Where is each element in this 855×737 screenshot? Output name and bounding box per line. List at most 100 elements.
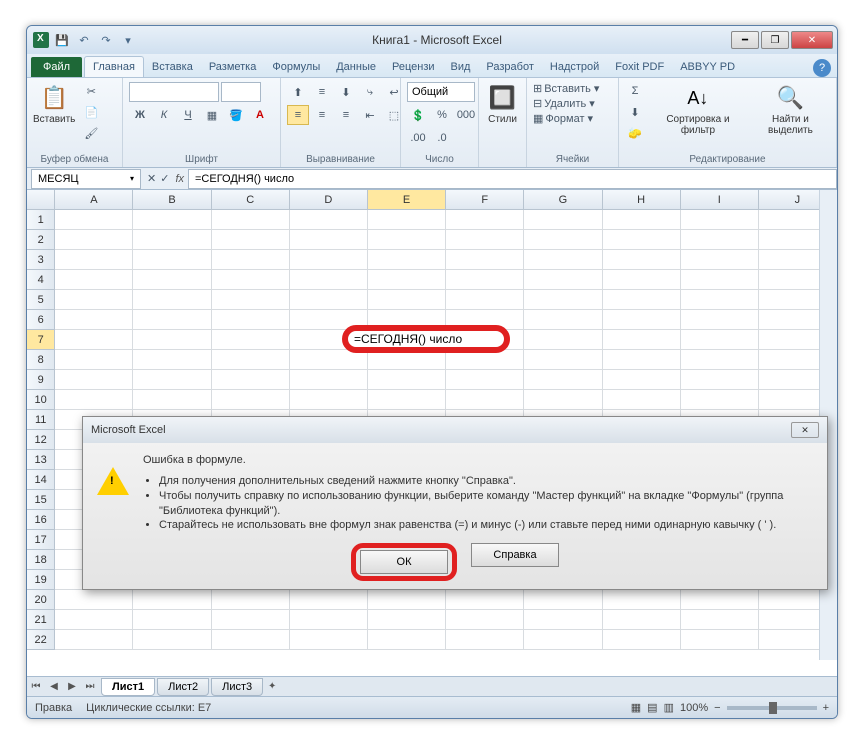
- cell[interactable]: [212, 210, 290, 230]
- row-header-9[interactable]: 9: [27, 370, 55, 390]
- orientation-icon[interactable]: ⤷: [359, 82, 381, 102]
- view-layout-icon[interactable]: ▤: [647, 701, 657, 714]
- cell[interactable]: [446, 270, 524, 290]
- cell[interactable]: [681, 330, 759, 350]
- cell[interactable]: [368, 630, 446, 650]
- row-header-19[interactable]: 19: [27, 570, 55, 590]
- cell[interactable]: [55, 210, 133, 230]
- font-color-icon[interactable]: A: [249, 105, 271, 125]
- cell[interactable]: [681, 230, 759, 250]
- cell[interactable]: [290, 290, 368, 310]
- tab-review[interactable]: Рецензи: [384, 57, 443, 77]
- indent-dec-icon[interactable]: ⇤: [359, 105, 381, 125]
- col-header-I[interactable]: I: [681, 190, 759, 209]
- row-header-3[interactable]: 3: [27, 250, 55, 270]
- cell[interactable]: [212, 230, 290, 250]
- cell[interactable]: [55, 610, 133, 630]
- cell[interactable]: [603, 270, 681, 290]
- cell[interactable]: [681, 270, 759, 290]
- cell[interactable]: [603, 310, 681, 330]
- cell[interactable]: [133, 630, 211, 650]
- cell[interactable]: [603, 610, 681, 630]
- row-header-5[interactable]: 5: [27, 290, 55, 310]
- align-bottom-icon[interactable]: ⬇: [335, 82, 357, 102]
- dialog-close-button[interactable]: ✕: [791, 422, 819, 438]
- active-cell-editing[interactable]: =СЕГОДНЯ() число: [342, 325, 510, 353]
- cell[interactable]: [55, 250, 133, 270]
- zoom-out-button[interactable]: −: [714, 702, 720, 714]
- cell[interactable]: [212, 370, 290, 390]
- cell[interactable]: [133, 270, 211, 290]
- cell[interactable]: [290, 390, 368, 410]
- cell[interactable]: [524, 210, 602, 230]
- italic-button[interactable]: К: [153, 105, 175, 125]
- cell[interactable]: [681, 310, 759, 330]
- cell[interactable]: [603, 290, 681, 310]
- qat-more-icon[interactable]: ▾: [119, 31, 137, 49]
- cell[interactable]: [368, 210, 446, 230]
- sort-filter-button[interactable]: A↓ Сортировка и фильтр: [651, 82, 745, 136]
- cell[interactable]: [524, 290, 602, 310]
- help-button[interactable]: Справка: [471, 543, 559, 567]
- new-sheet-icon[interactable]: ✦: [263, 678, 281, 696]
- cell[interactable]: [290, 250, 368, 270]
- row-header-14[interactable]: 14: [27, 470, 55, 490]
- cell[interactable]: [290, 210, 368, 230]
- cell[interactable]: [133, 230, 211, 250]
- tab-foxit[interactable]: Foxit PDF: [607, 57, 672, 77]
- border-icon[interactable]: ▦: [201, 105, 223, 125]
- cell[interactable]: [133, 370, 211, 390]
- cell[interactable]: [603, 590, 681, 610]
- copy-icon[interactable]: 📄: [81, 103, 101, 121]
- file-tab[interactable]: Файл: [31, 57, 82, 77]
- help-icon[interactable]: ?: [813, 59, 831, 77]
- tab-layout[interactable]: Разметка: [201, 57, 265, 77]
- cell[interactable]: [524, 630, 602, 650]
- cell[interactable]: [524, 310, 602, 330]
- tab-view[interactable]: Вид: [443, 57, 479, 77]
- cell[interactable]: [212, 330, 290, 350]
- row-header-7[interactable]: 7: [27, 330, 55, 350]
- cell[interactable]: [290, 370, 368, 390]
- row-header-4[interactable]: 4: [27, 270, 55, 290]
- cell[interactable]: [603, 330, 681, 350]
- cell[interactable]: [368, 230, 446, 250]
- cell[interactable]: [446, 630, 524, 650]
- select-all-corner[interactable]: [27, 190, 55, 209]
- find-select-button[interactable]: 🔍 Найти и выделить: [751, 82, 830, 136]
- col-header-G[interactable]: G: [524, 190, 602, 209]
- cell[interactable]: [290, 350, 368, 370]
- cell[interactable]: [681, 350, 759, 370]
- cell[interactable]: [55, 350, 133, 370]
- cell[interactable]: [681, 250, 759, 270]
- cell[interactable]: [212, 390, 290, 410]
- cell[interactable]: [212, 610, 290, 630]
- cell[interactable]: [368, 610, 446, 630]
- cell[interactable]: [290, 230, 368, 250]
- zoom-in-button[interactable]: +: [823, 702, 829, 714]
- zoom-level[interactable]: 100%: [680, 702, 708, 714]
- cell[interactable]: [368, 270, 446, 290]
- cell[interactable]: [446, 230, 524, 250]
- enter-formula-icon[interactable]: ✓: [160, 172, 169, 185]
- underline-button[interactable]: Ч: [177, 105, 199, 125]
- col-header-F[interactable]: F: [446, 190, 524, 209]
- cell[interactable]: [446, 210, 524, 230]
- cell[interactable]: [133, 310, 211, 330]
- cell[interactable]: [446, 250, 524, 270]
- tab-data[interactable]: Данные: [328, 57, 384, 77]
- row-header-13[interactable]: 13: [27, 450, 55, 470]
- cell[interactable]: [368, 370, 446, 390]
- tab-abbyy[interactable]: ABBYY PD: [672, 57, 743, 77]
- cell[interactable]: [133, 590, 211, 610]
- cell[interactable]: [524, 350, 602, 370]
- name-box[interactable]: МЕСЯЦ▾: [31, 169, 141, 189]
- cell[interactable]: [524, 610, 602, 630]
- close-button[interactable]: ✕: [791, 31, 833, 49]
- autosum-icon[interactable]: Σ: [625, 82, 645, 100]
- cell[interactable]: [55, 630, 133, 650]
- number-format-input[interactable]: [407, 82, 475, 102]
- cell[interactable]: [133, 210, 211, 230]
- inc-decimal-icon[interactable]: .00: [407, 128, 429, 148]
- fill-color-icon[interactable]: 🪣: [225, 105, 247, 125]
